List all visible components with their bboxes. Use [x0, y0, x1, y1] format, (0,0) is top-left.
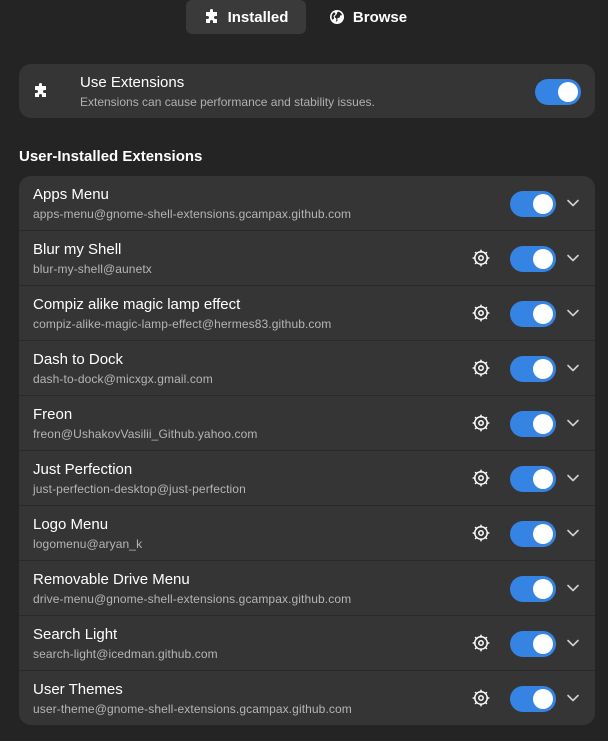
- switch-knob: [533, 249, 553, 269]
- settings-gear-icon[interactable]: [472, 469, 490, 487]
- tab-installed-label: Installed: [227, 8, 289, 26]
- switch-knob: [533, 304, 553, 324]
- switch-knob: [533, 689, 553, 709]
- extension-name: Apps Menu: [33, 186, 109, 203]
- extension-name: User Themes: [33, 681, 123, 698]
- extension-row: User Themes user-theme@gnome-shell-extens…: [19, 671, 595, 725]
- globe-icon: [329, 9, 345, 25]
- switch-knob: [533, 524, 553, 544]
- extension-enable-switch[interactable]: [510, 686, 556, 712]
- extension-name: Dash to Dock: [33, 351, 124, 368]
- chevron-down-icon[interactable]: [566, 361, 580, 375]
- settings-gear-icon[interactable]: [472, 524, 490, 542]
- extension-row: Compiz alike magic lamp effect compiz-ali…: [19, 286, 595, 341]
- switch-knob: [533, 359, 553, 379]
- tab-browse-label: Browse: [352, 8, 408, 26]
- extension-uuid: just-perfection-desktop@just-perfection: [33, 482, 246, 496]
- extension-enable-switch[interactable]: [510, 521, 556, 547]
- extension-list: Apps Menu apps-menu@gnome-shell-extension…: [19, 176, 595, 725]
- use-extensions-row: Use Extensions Extensions can cause perf…: [19, 64, 595, 118]
- switch-knob: [558, 82, 578, 102]
- switch-knob: [533, 194, 553, 214]
- extension-uuid: apps-menu@gnome-shell-extensions.gcampax…: [33, 207, 352, 221]
- switch-knob: [533, 469, 553, 489]
- chevron-down-icon[interactable]: [566, 526, 580, 540]
- extension-uuid: blur-my-shell@aunetx: [33, 262, 152, 276]
- extensions-window: Installed Browse Use Extensions Extensio…: [0, 0, 608, 741]
- extension-uuid: user-theme@gnome-shell-extensions.gcampa…: [33, 702, 352, 716]
- extension-row: Dash to Dock dash-to-dock@micxgx.gmail.co…: [19, 341, 595, 396]
- tab-installed[interactable]: Installed: [186, 0, 306, 34]
- extension-enable-switch[interactable]: [510, 631, 556, 657]
- extension-enable-switch[interactable]: [510, 466, 556, 492]
- chevron-down-icon[interactable]: [566, 471, 580, 485]
- puzzle-icon: [204, 9, 220, 25]
- chevron-down-icon[interactable]: [566, 636, 580, 650]
- extension-row: Removable Drive Menu drive-menu@gnome-she…: [19, 561, 595, 616]
- puzzle-icon: [33, 83, 49, 99]
- extension-uuid: compiz-alike-magic-lamp-effect@hermes83.…: [33, 317, 332, 331]
- extension-row: Apps Menu apps-menu@gnome-shell-extension…: [19, 176, 595, 231]
- extension-enable-switch[interactable]: [510, 301, 556, 327]
- chevron-down-icon[interactable]: [566, 251, 580, 265]
- settings-gear-icon[interactable]: [472, 414, 490, 432]
- settings-gear-icon[interactable]: [472, 304, 490, 322]
- chevron-down-icon[interactable]: [566, 416, 580, 430]
- extension-name: Freon: [33, 406, 73, 423]
- extension-row: Blur my Shell blur-my-shell@aunetx: [19, 231, 595, 286]
- view-switcher: Installed Browse: [186, 0, 422, 34]
- extension-row: Search Light search-light@icedman.github.…: [19, 616, 595, 671]
- switch-knob: [533, 579, 553, 599]
- settings-gear-icon[interactable]: [472, 689, 490, 707]
- switch-knob: [533, 634, 553, 654]
- section-title: User-Installed Extensions: [19, 148, 203, 165]
- extension-uuid: dash-to-dock@micxgx.gmail.com: [33, 372, 213, 386]
- extension-enable-switch[interactable]: [510, 356, 556, 382]
- tab-browse[interactable]: Browse: [314, 0, 422, 34]
- settings-gear-icon[interactable]: [472, 634, 490, 652]
- extension-uuid: search-light@icedman.github.com: [33, 647, 218, 661]
- chevron-down-icon[interactable]: [566, 196, 580, 210]
- extension-name: Search Light: [33, 626, 118, 643]
- switch-knob: [533, 414, 553, 434]
- use-extensions-subtitle: Extensions can cause performance and sta…: [80, 95, 375, 109]
- extension-enable-switch[interactable]: [510, 411, 556, 437]
- extension-name: Blur my Shell: [33, 241, 122, 258]
- extension-name: Compiz alike magic lamp effect: [33, 296, 241, 313]
- chevron-down-icon[interactable]: [566, 691, 580, 705]
- extension-row: Freon freon@UshakovVasilii_Github.yahoo.c…: [19, 396, 595, 451]
- extension-enable-switch[interactable]: [510, 576, 556, 602]
- extension-name: Logo Menu: [33, 516, 109, 533]
- chevron-down-icon[interactable]: [566, 581, 580, 595]
- chevron-down-icon[interactable]: [566, 306, 580, 320]
- use-extensions-switch[interactable]: [535, 79, 581, 105]
- extension-uuid: logomenu@aryan_k: [33, 537, 143, 551]
- settings-gear-icon[interactable]: [472, 249, 490, 267]
- extension-enable-switch[interactable]: [510, 246, 556, 272]
- extension-row: Logo Menu logomenu@aryan_k: [19, 506, 595, 561]
- extension-name: Just Perfection: [33, 461, 133, 478]
- extension-enable-switch[interactable]: [510, 191, 556, 217]
- extension-uuid: drive-menu@gnome-shell-extensions.gcampa…: [33, 592, 352, 606]
- settings-gear-icon[interactable]: [472, 359, 490, 377]
- extension-name: Removable Drive Menu: [33, 571, 190, 588]
- use-extensions-title: Use Extensions: [80, 74, 185, 91]
- extension-row: Just Perfection just-perfection-desktop@j…: [19, 451, 595, 506]
- extension-uuid: freon@UshakovVasilii_Github.yahoo.com: [33, 427, 258, 441]
